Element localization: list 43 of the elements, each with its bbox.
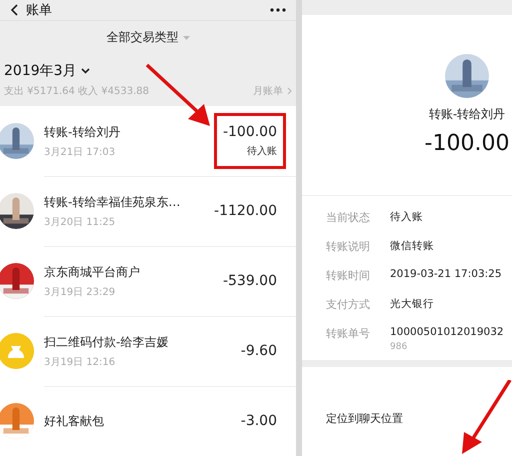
- locate-chat-link[interactable]: 定位到聊天位置: [326, 412, 403, 425]
- field-value: 光大银行: [390, 297, 434, 311]
- transfer-amount: -100.00: [424, 131, 510, 156]
- transaction-title: 好礼客献包: [44, 412, 105, 430]
- caret-icon: [182, 36, 190, 40]
- page-title: 账单: [26, 2, 53, 19]
- transaction-row[interactable]: 转账-转给幸福佳苑泉东… 3月20日 11:25 -1120.00: [0, 176, 296, 246]
- field-value: 2019-03-21 17:03:25: [390, 268, 502, 280]
- back-icon[interactable]: [10, 4, 18, 16]
- more-icon[interactable]: [270, 8, 286, 12]
- transaction-row[interactable]: 扫二维码付款-给李吉媛 3月19日 12:16 -9.60: [0, 316, 296, 386]
- transaction-title: 京东商城平台商户: [44, 264, 141, 280]
- transaction-title: 转账-转给刘丹: [44, 124, 122, 140]
- payee-name: 转账-转给刘丹: [428, 106, 506, 123]
- transaction-title: 扫二维码付款-给李吉媛: [44, 334, 170, 350]
- transaction-row[interactable]: 好礼客献包 -3.00: [0, 386, 296, 456]
- transaction-amount: -9.60: [240, 343, 277, 359]
- transaction-amount: -100.00: [222, 124, 277, 140]
- field-label: 转账时间: [326, 268, 371, 283]
- transaction-type-filter[interactable]: 全部交易类型: [106, 29, 178, 46]
- transaction-status: 待入账: [247, 144, 277, 158]
- transaction-time: 3月20日 11:25: [44, 216, 116, 228]
- transaction-amount: -3.00: [240, 413, 277, 429]
- field-label: 支付方式: [326, 297, 371, 312]
- month-selector[interactable]: 2019年3月: [4, 62, 77, 80]
- field-value: 待入账: [390, 210, 423, 224]
- chevron-icon: [80, 68, 90, 74]
- transaction-time: 3月19日 12:16: [44, 356, 116, 368]
- transaction-time: 3月19日 23:29: [44, 286, 116, 298]
- field-label: 转账单号: [326, 326, 371, 342]
- field-value: 微信转账: [390, 239, 434, 253]
- field-value: 986: [390, 342, 408, 352]
- transaction-amount: -1120.00: [214, 203, 277, 219]
- transaction-amount: -539.00: [222, 273, 277, 289]
- field-label: 当前状态: [326, 210, 371, 225]
- month-summary: 支出 ¥5171.64 收入 ¥4533.88: [4, 84, 150, 98]
- transaction-title: 转账-转给幸福佳苑泉东…: [44, 194, 182, 210]
- field-value: 10000501012019032: [390, 326, 504, 338]
- chevron-icon: [287, 87, 292, 96]
- transaction-row[interactable]: 转账-转给刘丹 3月21日 17:03 -100.00 待入账: [0, 106, 296, 176]
- transaction-time: 3月21日 17:03: [44, 146, 116, 158]
- transaction-row[interactable]: 京东商城平台商户 3月19日 23:29 -539.00: [0, 246, 296, 316]
- field-label: 转账说明: [326, 239, 371, 254]
